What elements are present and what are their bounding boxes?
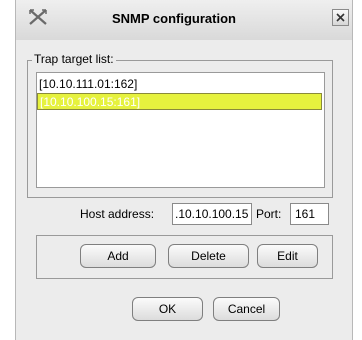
add-button[interactable]: Add	[80, 244, 156, 268]
ok-button[interactable]: OK	[132, 297, 203, 321]
list-item-selected[interactable]: [10.10.100.15:161]	[37, 93, 322, 110]
edit-button[interactable]: Edit	[257, 244, 318, 268]
cancel-button[interactable]: Cancel	[213, 297, 280, 321]
host-address-input[interactable]	[172, 203, 252, 225]
snmp-app-icon	[27, 6, 49, 28]
title-bar[interactable]: SNMP configuration	[16, 0, 352, 40]
snmp-dialog: SNMP configuration Trap target list: [10…	[15, 0, 353, 340]
trap-target-list[interactable]: [10.10.111.01:162] [10.10.100.15:161]	[36, 72, 325, 188]
close-button[interactable]	[332, 9, 349, 26]
delete-button[interactable]: Delete	[168, 244, 249, 268]
port-input[interactable]	[290, 203, 329, 225]
host-address-label: Host address:	[80, 207, 155, 221]
window-title: SNMP configuration	[112, 11, 236, 26]
trap-target-label: Trap target list:	[32, 52, 116, 66]
list-item[interactable]: [10.10.111.01:162]	[37, 76, 322, 93]
port-label: Port:	[256, 207, 282, 221]
close-icon	[336, 13, 345, 22]
